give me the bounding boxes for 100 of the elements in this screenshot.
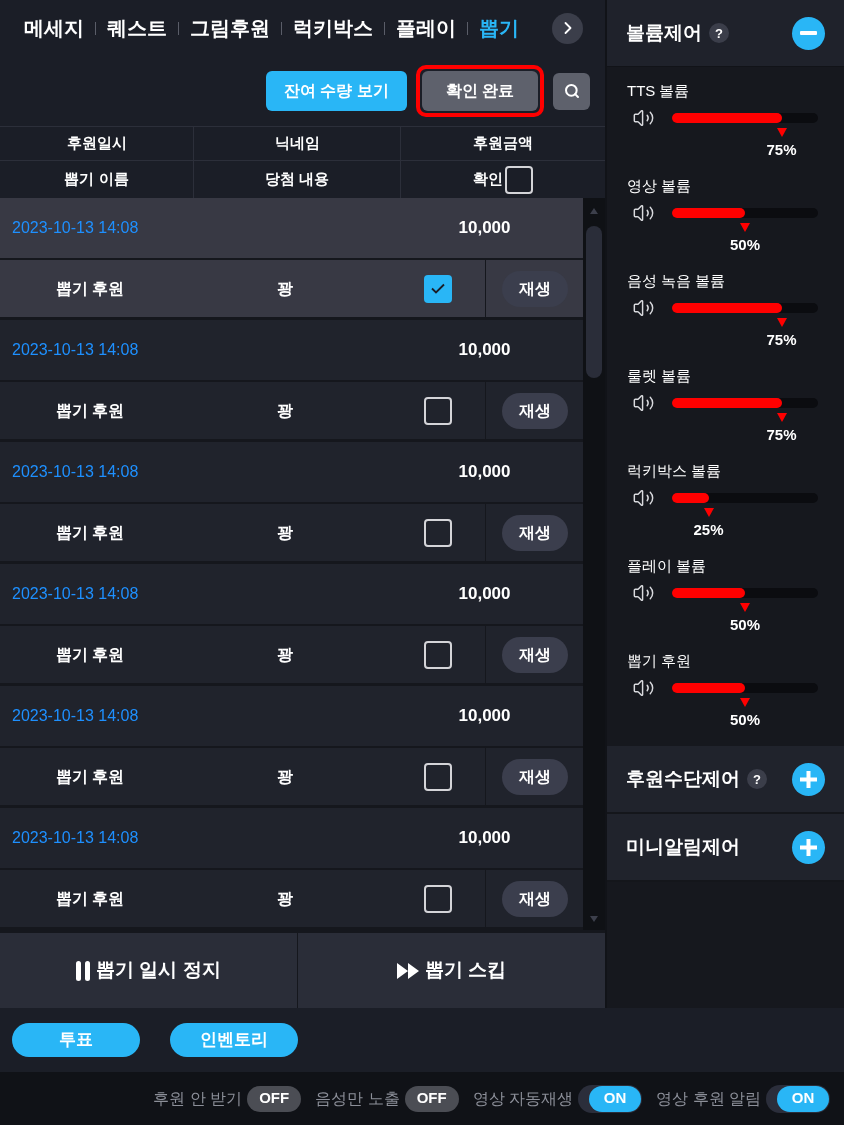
draw-name: 뽑기 후원	[55, 400, 125, 421]
section-title: 미니알림제어	[626, 834, 740, 859]
column-header: 후원금액	[473, 133, 533, 154]
draw-result: 꽝	[277, 278, 293, 299]
donation-date: 2023-10-13 14:08	[11, 340, 140, 360]
plus-icon	[800, 838, 817, 856]
column-header: 확인	[473, 169, 503, 190]
minus-icon	[800, 31, 817, 35]
toggle-label: 후원 안 받기	[153, 1088, 243, 1109]
toggle-switch[interactable]: OFF	[247, 1085, 302, 1112]
column-header: 닉네임	[274, 133, 320, 154]
donation-amount: 10,000	[458, 217, 512, 240]
list-item[interactable]: 2023-10-13 14:08 10,000 뽑기 후원 꽝 재생	[0, 198, 583, 320]
checkbox[interactable]	[423, 762, 452, 791]
play-button[interactable]: 재생	[501, 392, 568, 429]
play-button[interactable]: 재생	[501, 758, 568, 795]
draw-name: 뽑기 후원	[55, 278, 125, 299]
tab[interactable]: 그림후원	[190, 18, 270, 38]
tab[interactable]: 퀘스트	[107, 18, 167, 38]
volume-slider[interactable]	[672, 303, 818, 313]
slider-label: 영상 볼륨	[627, 176, 693, 196]
help-button[interactable]: ?	[709, 23, 729, 43]
checkbox[interactable]	[423, 274, 452, 303]
volume-slider[interactable]	[672, 683, 818, 693]
slider-label: TTS 볼륨	[627, 81, 691, 101]
help-button[interactable]: ?	[747, 769, 767, 789]
list-item[interactable]: 2023-10-13 14:08 10,000 뽑기 후원 꽝 재생	[0, 564, 583, 686]
slider-label: 플레이 볼륨	[627, 556, 708, 576]
section-title: 볼륨제어	[626, 20, 702, 45]
column-header: 당첨 내용	[264, 169, 330, 190]
speaker-icon	[632, 487, 655, 509]
toggle-label: 영상 자동재생	[472, 1088, 574, 1109]
scrollbar[interactable]	[583, 198, 605, 930]
check-icon	[430, 283, 445, 294]
list-item[interactable]: 2023-10-13 14:08 10,000 뽑기 후원 꽝 재생	[0, 686, 583, 808]
checkbox[interactable]	[423, 396, 452, 425]
tab[interactable]: 뽑기	[479, 18, 519, 38]
draw-result: 꽝	[277, 766, 293, 787]
level-marker-icon	[740, 223, 750, 232]
expand-button[interactable]	[792, 762, 825, 796]
slider-label: 뽑기 후원	[627, 651, 693, 671]
toolbar-button[interactable]: 확인 완료	[422, 71, 538, 111]
donation-amount: 10,000	[458, 705, 512, 728]
volume-slider[interactable]	[672, 113, 818, 123]
checkbox[interactable]	[423, 884, 452, 913]
play-button[interactable]: 재생	[501, 514, 568, 551]
tab[interactable]: 메세지	[24, 18, 84, 38]
play-button[interactable]: 재생	[501, 636, 568, 673]
plus-icon	[800, 770, 817, 788]
list-item[interactable]: 2023-10-13 14:08 10,000 뽑기 후원 꽝 재생	[0, 320, 583, 442]
list-item[interactable]: 2023-10-13 14:08 10,000 뽑기 후원 꽝 재생	[0, 442, 583, 564]
slider-reading: 75%	[766, 140, 797, 160]
draw-name: 뽑기 후원	[55, 766, 125, 787]
expand-button[interactable]	[792, 830, 825, 864]
tab[interactable]: 플레이	[396, 18, 456, 38]
donation-amount: 10,000	[458, 827, 512, 850]
speaker-icon	[632, 582, 655, 604]
play-button[interactable]: 재생	[501, 270, 568, 307]
speaker-icon	[632, 392, 655, 414]
tab[interactable]: 럭키박스	[293, 18, 373, 38]
scrollbar-thumb[interactable]	[586, 226, 602, 378]
search-button[interactable]	[553, 72, 590, 110]
level-marker-icon	[776, 318, 787, 327]
volume-slider[interactable]	[672, 493, 818, 503]
volume-slider[interactable]	[672, 208, 818, 218]
fast-forward-icon	[396, 962, 419, 979]
speaker-icon	[632, 202, 655, 224]
collapse-button[interactable]	[792, 16, 825, 50]
donation-date: 2023-10-13 14:08	[11, 218, 140, 238]
level-marker-icon	[740, 698, 750, 707]
donation-date: 2023-10-13 14:08	[11, 828, 140, 848]
slider-label: 럭키박스 볼륨	[627, 461, 723, 481]
next-tab-button[interactable]	[552, 12, 583, 44]
slider-label: 음성 녹음 볼륨	[627, 271, 727, 291]
playback-control-button[interactable]: 뽑기 스킵	[298, 933, 605, 1008]
checkbox[interactable]	[423, 518, 452, 547]
slider-label: 룰렛 볼륨	[627, 366, 693, 386]
donation-amount: 10,000	[458, 339, 512, 362]
draw-name: 뽑기 후원	[55, 888, 125, 909]
slider-reading: 50%	[730, 710, 760, 730]
speaker-icon	[632, 107, 655, 129]
level-marker-icon	[703, 508, 714, 517]
volume-slider[interactable]	[672, 398, 818, 408]
section-title: 후원수단제어	[626, 766, 740, 791]
list-item[interactable]: 2023-10-13 14:08 10,000 뽑기 후원 꽝 재생	[0, 808, 583, 930]
column-header: 후원일시	[66, 133, 127, 154]
speaker-icon	[632, 297, 655, 319]
play-button[interactable]: 재생	[501, 880, 568, 917]
playback-control-button[interactable]: 뽑기 일시 정지	[0, 933, 298, 1008]
search-icon	[563, 83, 580, 99]
toggle-switch[interactable]: OFF	[404, 1085, 459, 1112]
column-header: 뽑기 이름	[64, 169, 129, 190]
slider-reading: 75%	[766, 425, 797, 445]
level-marker-icon	[776, 413, 787, 422]
donation-amount: 10,000	[458, 461, 512, 484]
volume-slider[interactable]	[672, 588, 818, 598]
draw-result: 꽝	[277, 400, 293, 421]
checkbox[interactable]	[423, 640, 452, 669]
toggle-label: 영상 후원 알림	[656, 1088, 761, 1109]
checkbox[interactable]	[505, 165, 533, 194]
